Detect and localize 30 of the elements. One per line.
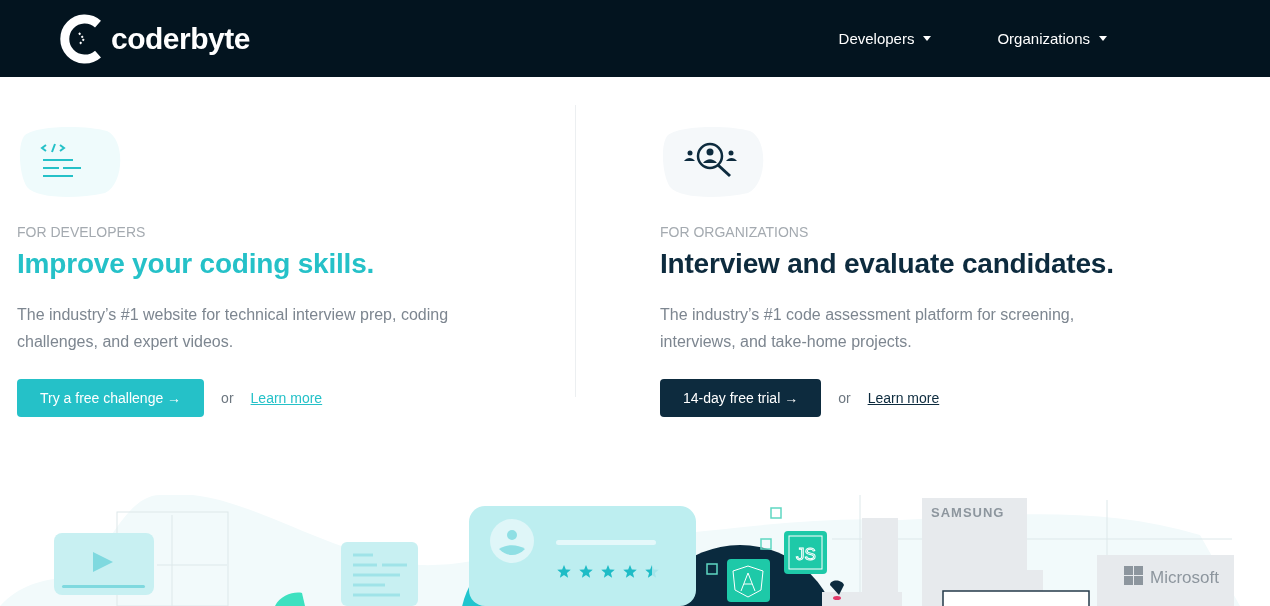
- square-shape: [770, 507, 782, 519]
- brand-logo-text: SAMSUNG: [931, 505, 1005, 520]
- star-icon: [645, 565, 659, 578]
- windows-logo-icon: [1124, 566, 1143, 585]
- section-heading: Interview and evaluate candidates.: [660, 248, 1115, 280]
- star-icon: [601, 565, 615, 578]
- or-text: or: [838, 390, 851, 406]
- star-icon: [623, 565, 637, 578]
- star-icon: [579, 565, 593, 578]
- section-label: FOR ORGANIZATIONS: [660, 224, 810, 240]
- nav-dropdown[interactable]: Organizations: [997, 30, 1107, 47]
- or-text: or: [221, 390, 234, 406]
- caret-icon: [1099, 36, 1107, 41]
- nav-dropdown[interactable]: Developers: [838, 30, 932, 47]
- js-badge: JS: [784, 531, 827, 574]
- angular-logo-icon: [727, 559, 770, 602]
- square-shape: [706, 563, 718, 575]
- brand-logo-text: Microsoft: [1150, 568, 1219, 587]
- section-description: The industry’s #1 code assessment platform for screening, interviews, and take-home projects.: [660, 305, 1076, 352]
- cta-button[interactable]: 14-day free trial →: [660, 379, 822, 417]
- leaf-drawing: [275, 592, 305, 606]
- pin-icon: [830, 580, 844, 600]
- caret-icon: [923, 36, 932, 41]
- section-label: FOR DEVELOPERS: [17, 224, 147, 240]
- square-shape: [760, 538, 772, 550]
- section-description: The industry’s #1 website for technical interview prep, coding challenges, and expert videos.: [17, 305, 450, 352]
- logo[interactable]: coderbyte: [60, 13, 250, 64]
- learn-more-link[interactable]: Learn more: [867, 390, 940, 406]
- section-heading: Improve your coding skills.: [17, 248, 376, 280]
- star-icon: [557, 565, 571, 578]
